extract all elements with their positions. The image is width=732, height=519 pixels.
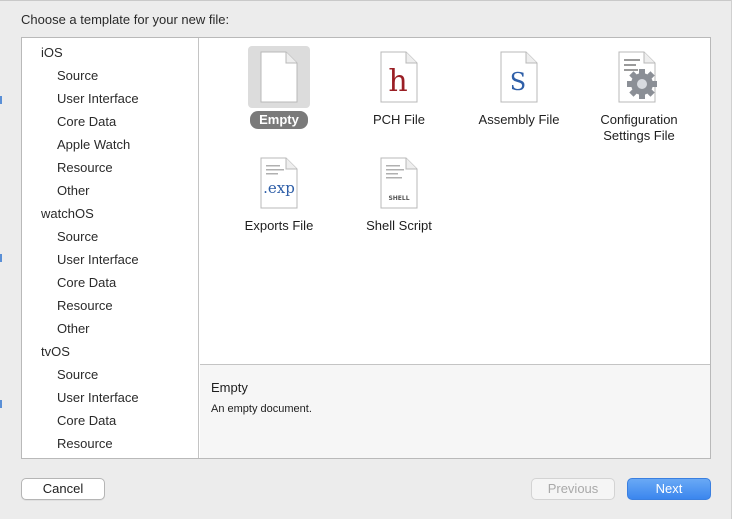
template-label: Assembly File (478, 112, 560, 127)
background-edge-mark (0, 96, 2, 104)
template-label: Exports File (244, 218, 314, 233)
sidebar-item-tvos-core-data[interactable]: Core Data (22, 409, 198, 432)
assembly-file-icon: S (500, 51, 538, 103)
sidebar-item-watchos-user-interface[interactable]: User Interface (22, 248, 198, 271)
svg-text:SHELL: SHELL (388, 195, 409, 202)
previous-button[interactable]: Previous (531, 478, 615, 500)
background-edge-mark (0, 400, 2, 408)
template-grid: Empty h PCH File S Assembly File Configu… (200, 38, 710, 364)
template-pch-file[interactable]: h PCH File (339, 42, 459, 152)
svg-text:h: h (388, 64, 407, 99)
template-label: PCH File (372, 112, 425, 127)
template-label: Configuration Settings File (600, 112, 678, 143)
svg-text:.exp: .exp (263, 179, 295, 197)
sidebar-item-watchos-core-data[interactable]: Core Data (22, 271, 198, 294)
sidebar-item-tvos-resource[interactable]: Resource (22, 432, 198, 455)
template-configuration-settings-file[interactable]: Configuration Settings File (579, 42, 699, 152)
template-label: Empty (219, 111, 339, 129)
background-edge-mark (0, 254, 2, 262)
next-button[interactable]: Next (627, 478, 711, 500)
description-text: An empty document. (211, 403, 312, 415)
sidebar-item-ios-source[interactable]: Source (22, 64, 198, 87)
shell-script-icon: SHELL (380, 157, 418, 209)
sidebar-item-tvos-source[interactable]: Source (22, 363, 198, 386)
sidebar-item-watchos-other[interactable]: Other (22, 317, 198, 340)
exports-file-icon: .exp (260, 157, 298, 209)
empty-document-icon (260, 51, 298, 103)
template-panel: iOS Source User Interface Core Data Appl… (21, 37, 711, 459)
sidebar-item-ios-user-interface[interactable]: User Interface (22, 87, 198, 110)
dialog-prompt: Choose a template for your new file: (21, 12, 230, 27)
description-title: Empty (211, 380, 248, 395)
template-label: Shell Script (366, 218, 432, 233)
svg-text:S: S (510, 68, 526, 96)
window-top-edge (0, 0, 732, 1)
template-description-pane: Empty An empty document. (200, 364, 710, 458)
sidebar-group-watchos[interactable]: watchOS (22, 202, 198, 225)
cancel-button[interactable]: Cancel (21, 478, 105, 500)
template-exports-file[interactable]: .exp Exports File (219, 148, 339, 258)
sidebar-group-tvos[interactable]: tvOS (22, 340, 198, 363)
header-file-icon: h (380, 51, 418, 103)
template-empty[interactable]: Empty (219, 42, 339, 152)
template-shell-script[interactable]: SHELL Shell Script (339, 148, 459, 258)
template-assembly-file[interactable]: S Assembly File (459, 42, 579, 152)
sidebar-item-ios-apple-watch[interactable]: Apple Watch (22, 133, 198, 156)
config-settings-icon (618, 51, 657, 103)
sidebar-item-ios-resource[interactable]: Resource (22, 156, 198, 179)
sidebar-item-ios-core-data[interactable]: Core Data (22, 110, 198, 133)
sidebar-item-watchos-resource[interactable]: Resource (22, 294, 198, 317)
sidebar-item-tvos-user-interface[interactable]: User Interface (22, 386, 198, 409)
sidebar-item-ios-other[interactable]: Other (22, 179, 198, 202)
sidebar-item-watchos-source[interactable]: Source (22, 225, 198, 248)
sidebar-group-ios[interactable]: iOS (22, 41, 198, 64)
platform-sidebar[interactable]: iOS Source User Interface Core Data Appl… (22, 38, 199, 458)
